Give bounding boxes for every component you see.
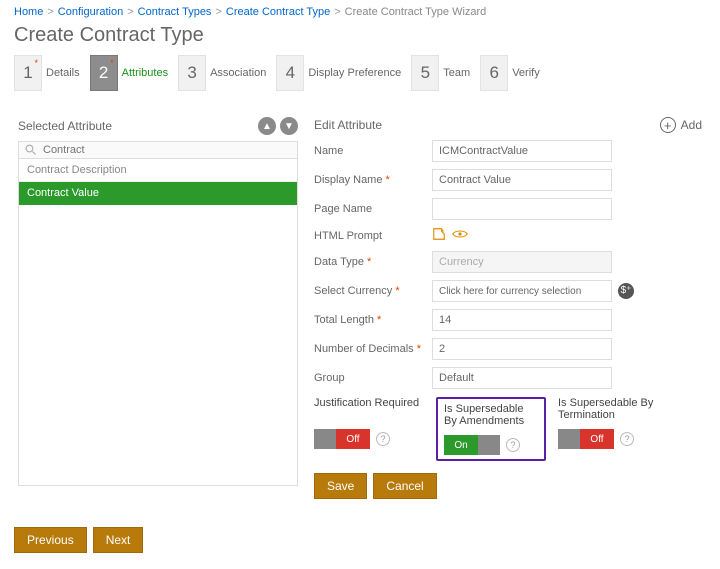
attribute-search[interactable] [18, 141, 298, 159]
cancel-button[interactable]: Cancel [373, 473, 436, 499]
field-label: Total Length * [314, 314, 424, 326]
search-input[interactable] [43, 144, 291, 156]
data-type-field [432, 251, 612, 273]
toggle-supersede-termination: Is Supersedable By Termination Off ? [558, 397, 668, 461]
field-label: Group [314, 372, 424, 384]
selected-attribute-heading: Selected Attribute [18, 119, 112, 133]
step-attributes[interactable]: 2*Attributes [90, 55, 174, 91]
search-icon [25, 144, 37, 156]
field-label: Name [314, 145, 424, 157]
edit-icon[interactable] [432, 227, 446, 244]
plus-icon: + [660, 117, 676, 133]
field-label: Display Name * [314, 174, 424, 186]
breadcrumb: Home> Configuration> Contract Types> Cre… [14, 6, 706, 18]
help-icon[interactable]: ? [506, 438, 520, 452]
step-details[interactable]: 1*Details [14, 55, 86, 91]
next-button[interactable]: Next [93, 527, 144, 553]
field-label: Data Type * [314, 256, 424, 268]
justification-switch[interactable]: Off [314, 429, 370, 449]
toggle-title: Justification Required [314, 397, 424, 425]
edit-attribute-heading: Edit Attribute [314, 118, 382, 132]
total-length-field[interactable] [432, 309, 612, 331]
preview-icon[interactable] [452, 228, 468, 243]
breadcrumb-link[interactable]: Create Contract Type [226, 6, 330, 18]
select-currency-field[interactable] [432, 280, 612, 302]
page-name-field[interactable] [432, 198, 612, 220]
save-button[interactable]: Save [314, 473, 367, 499]
move-up-icon[interactable]: ▲ [258, 117, 276, 135]
supersede-term-switch[interactable]: Off [558, 429, 614, 449]
page-title: Create Contract Type [14, 24, 706, 47]
step-team[interactable]: 5Team [411, 55, 476, 91]
list-item[interactable]: Contract Description [19, 159, 297, 182]
step-association[interactable]: 3Association [178, 55, 272, 91]
add-button[interactable]: + Add [660, 117, 702, 133]
move-down-icon[interactable]: ▼ [280, 117, 298, 135]
supersede-amend-switch[interactable]: On [444, 435, 500, 455]
help-icon[interactable]: ? [376, 432, 390, 446]
breadcrumb-link[interactable]: Home [14, 6, 43, 18]
wizard-steps: 1*Details 2*Attributes 3Association 4Dis… [14, 55, 706, 91]
breadcrumb-current: Create Contract Type Wizard [345, 6, 487, 18]
display-name-field[interactable] [432, 169, 612, 191]
breadcrumb-link[interactable]: Configuration [58, 6, 123, 18]
list-item[interactable]: Contract Value [19, 182, 297, 205]
step-display-preference[interactable]: 4Display Preference [276, 55, 407, 91]
toggle-title: Is Supersedable By Amendments [444, 403, 538, 431]
field-label: Select Currency * [314, 285, 424, 297]
toggle-supersede-amendments: Is Supersedable By Amendments On ? [436, 397, 546, 461]
breadcrumb-link[interactable]: Contract Types [138, 6, 212, 18]
field-label: Page Name [314, 203, 424, 215]
step-verify[interactable]: 6Verify [480, 55, 546, 91]
field-label: HTML Prompt [314, 230, 424, 242]
group-field[interactable] [432, 367, 612, 389]
name-field[interactable] [432, 140, 612, 162]
previous-button[interactable]: Previous [14, 527, 87, 553]
decimals-field[interactable] [432, 338, 612, 360]
help-icon[interactable]: ? [620, 432, 634, 446]
currency-picker-icon[interactable]: $⁺ [618, 283, 634, 299]
toggle-justification: Justification Required Off ? [314, 397, 424, 461]
field-label: Number of Decimals * [314, 343, 424, 355]
toggle-title: Is Supersedable By Termination [558, 397, 668, 425]
